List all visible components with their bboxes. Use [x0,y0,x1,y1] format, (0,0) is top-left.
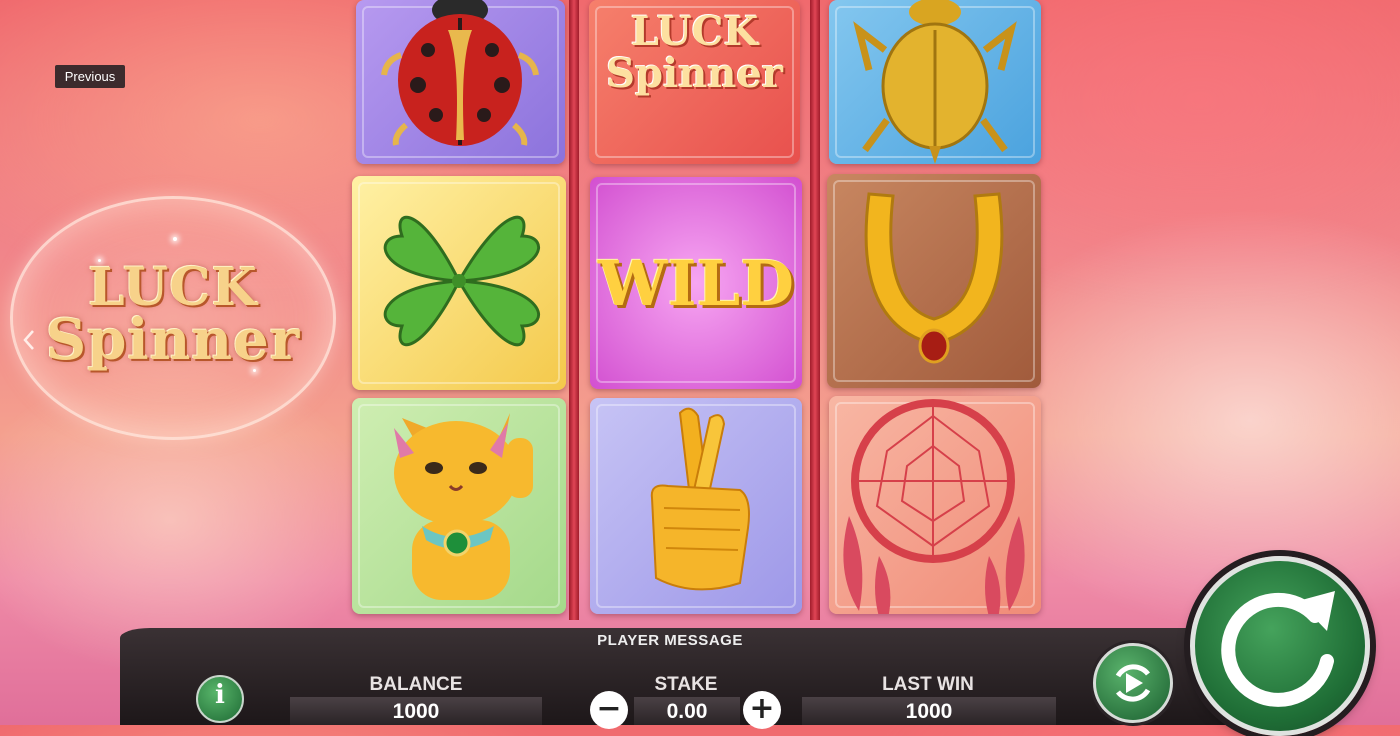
stake-label: STAKE [654,674,718,695]
autoplay-button[interactable] [1093,643,1173,723]
horseshoe-icon [864,192,1004,364]
symbol-lucky-cat [352,398,566,614]
last-win-value: 1000 [802,697,1056,725]
sparkle-icon [173,237,177,241]
symbol-scarab [829,0,1041,164]
previous-tooltip: Previous [55,65,125,88]
autoplay-icon [1115,664,1151,702]
reel-divider [569,0,579,620]
ladybug-icon [381,0,539,146]
spin-icon [1221,591,1335,707]
symbol-four-leaf-clover [352,176,566,390]
reel-logo-line-2: Spinner [606,50,783,97]
symbol-ladybug [356,0,565,164]
clover-icon [383,215,540,347]
last-win-label: LAST WIN [882,674,974,695]
symbol-horseshoe [827,174,1041,388]
info-icon: i [215,680,225,710]
symbol-dreamcatcher [829,396,1041,614]
sparkle-icon [98,259,101,262]
symbol-wild: WILD [590,177,802,389]
logo-line-2: Spinner [45,307,301,373]
wild-label: WILD [598,247,794,320]
stake-plus-button[interactable]: + [743,691,781,729]
info-button[interactable]: i [196,675,244,723]
stake-value: 0.00 [634,697,740,725]
balance-label: BALANCE [369,674,463,695]
reel-logo-line-1: LUCK [630,8,759,55]
stake-minus-button[interactable]: − [590,691,628,729]
player-message: PLAYER MESSAGE [597,632,743,649]
crossed-fingers-icon [650,407,750,591]
game-logo: LUCK Spinner [10,196,336,440]
lucky-cat-icon [394,413,533,600]
reel-divider [810,0,820,620]
scarab-icon [853,0,1017,164]
sparkle-icon [253,369,256,372]
symbol-crossed-fingers [590,398,802,614]
balance-value: 1000 [290,697,542,725]
spin-button[interactable] [1190,556,1370,736]
symbol-luck-spinner-logo: LUCK Spinner [589,0,800,164]
dreamcatcher-icon [843,399,1025,614]
